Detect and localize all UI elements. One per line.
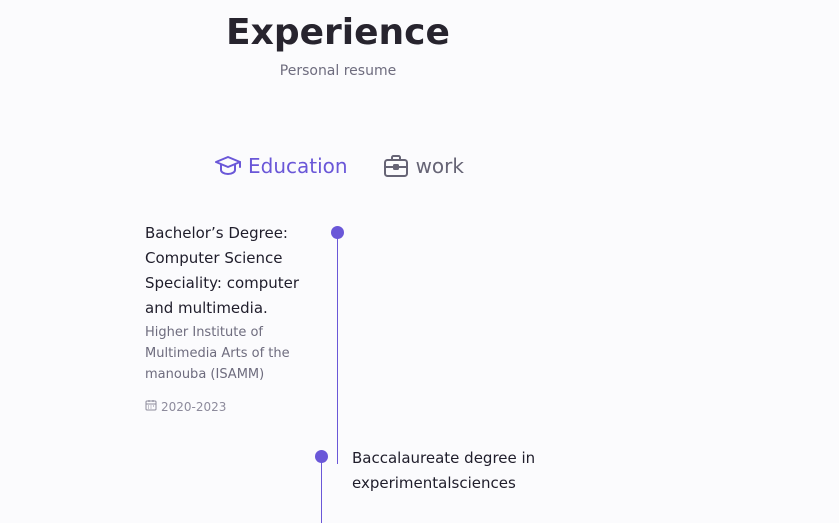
- entry-title: Baccalaureate degree in experimentalscie…: [352, 449, 536, 492]
- calendar-icon: [145, 399, 157, 414]
- tab-work[interactable]: work: [382, 151, 464, 181]
- timeline-entry-bachelor: Bachelor’s Degree: Computer Science Spec…: [145, 221, 313, 414]
- tab-work-label: work: [415, 154, 464, 178]
- entry-date: 2020-2023: [145, 399, 313, 414]
- timeline-line: [321, 457, 322, 523]
- briefcase-icon: [382, 152, 410, 180]
- qualification-tabs: Education work: [214, 151, 464, 181]
- entry-title: Bachelor’s Degree: Computer Science Spec…: [145, 224, 300, 317]
- timeline-line: [337, 232, 338, 464]
- graduation-cap-icon: [214, 152, 242, 180]
- entry-date-text: 2020-2023: [161, 399, 227, 414]
- timeline-dot: [315, 450, 328, 463]
- page-subtitle: Personal resume: [279, 63, 397, 79]
- tab-education-label: Education: [248, 154, 348, 178]
- timeline-entry-baccalaureate: Baccalaureate degree in experimentalscie…: [352, 446, 542, 496]
- tab-education[interactable]: Education: [214, 151, 348, 181]
- page-title: Experience: [226, 12, 450, 53]
- entry-institution: Higher Institute of Multimedia Arts of t…: [145, 325, 290, 382]
- timeline-dot: [331, 226, 344, 239]
